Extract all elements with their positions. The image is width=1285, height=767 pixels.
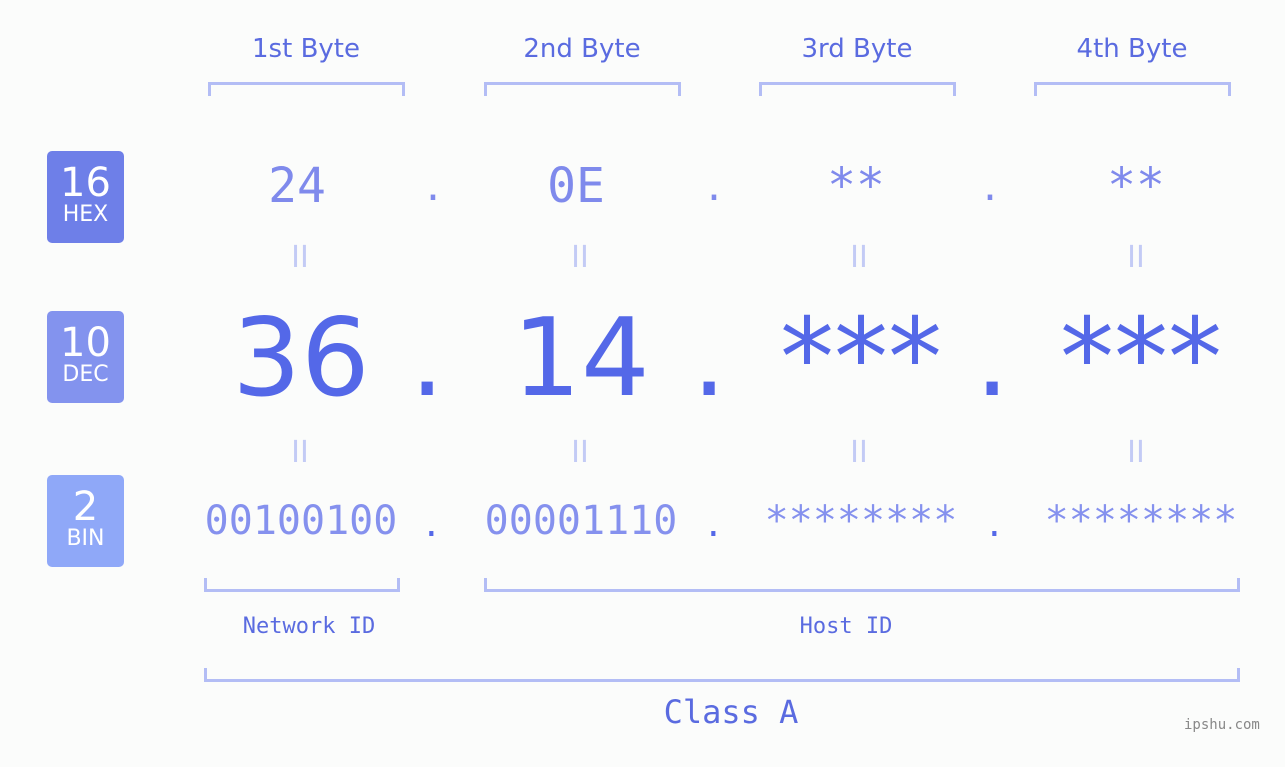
bin-base-label: BIN (66, 526, 105, 551)
byte-header-3: 3rd Byte (801, 34, 913, 64)
bin-byte-1: 00100100 (204, 498, 398, 544)
hex-byte-2: 0E (547, 158, 605, 214)
equals-dec-bin-2: II (571, 435, 589, 470)
hex-byte-4: ** (1107, 158, 1165, 214)
dec-base-number: 10 (60, 320, 111, 366)
class-bracket (204, 668, 1240, 682)
hex-byte-3: ** (827, 158, 885, 214)
hex-dot-1: . (426, 160, 440, 211)
hex-base-number: 16 (60, 160, 111, 206)
bin-dot-2: . (707, 500, 720, 546)
host-id-bracket (484, 578, 1240, 592)
dec-dot-1: . (410, 296, 445, 421)
equals-dec-bin-3: II (850, 435, 868, 470)
bin-base-number: 2 (72, 484, 99, 530)
hex-base-label: HEX (62, 202, 109, 227)
bin-byte-4: ******** (1044, 498, 1238, 544)
bin-byte-3: ******** (764, 498, 958, 544)
dec-badge: 10 DEC (47, 311, 124, 403)
watermark: ipshu.com (1184, 717, 1260, 733)
equals-hex-dec-4: II (1127, 240, 1145, 275)
hex-dot-2: . (707, 160, 721, 211)
byte-header-1: 1st Byte (252, 34, 360, 64)
byte-header-4: 4th Byte (1076, 34, 1188, 64)
network-id-label: Network ID (242, 614, 376, 639)
bin-dot-3: . (988, 500, 1001, 546)
equals-hex-dec-2: II (571, 240, 589, 275)
byte-bracket-3 (759, 82, 956, 96)
hex-byte-1: 24 (268, 158, 326, 214)
host-id-label: Host ID (799, 614, 893, 639)
byte-bracket-4 (1034, 82, 1231, 96)
dec-byte-3: *** (780, 296, 942, 421)
hex-dot-3: . (983, 160, 997, 211)
dec-byte-1: 36 (232, 296, 370, 421)
equals-hex-dec-1: II (291, 240, 309, 275)
equals-dec-bin-1: II (291, 435, 309, 470)
byte-header-2: 2nd Byte (523, 34, 641, 64)
byte-bracket-1 (208, 82, 405, 96)
bin-dot-1: . (425, 500, 438, 546)
byte-bracket-2 (484, 82, 681, 96)
equals-dec-bin-4: II (1127, 435, 1145, 470)
dec-byte-2: 14 (512, 296, 650, 421)
class-label: Class A (663, 693, 799, 731)
bin-badge: 2 BIN (47, 475, 124, 567)
hex-badge: 16 HEX (47, 151, 124, 243)
dec-byte-4: *** (1060, 296, 1222, 421)
equals-hex-dec-3: II (850, 240, 868, 275)
dec-dot-2: . (692, 296, 727, 421)
dec-base-label: DEC (62, 362, 109, 387)
dec-dot-3: . (975, 296, 1010, 421)
network-id-bracket (204, 578, 400, 592)
bin-byte-2: 00001110 (484, 498, 678, 544)
